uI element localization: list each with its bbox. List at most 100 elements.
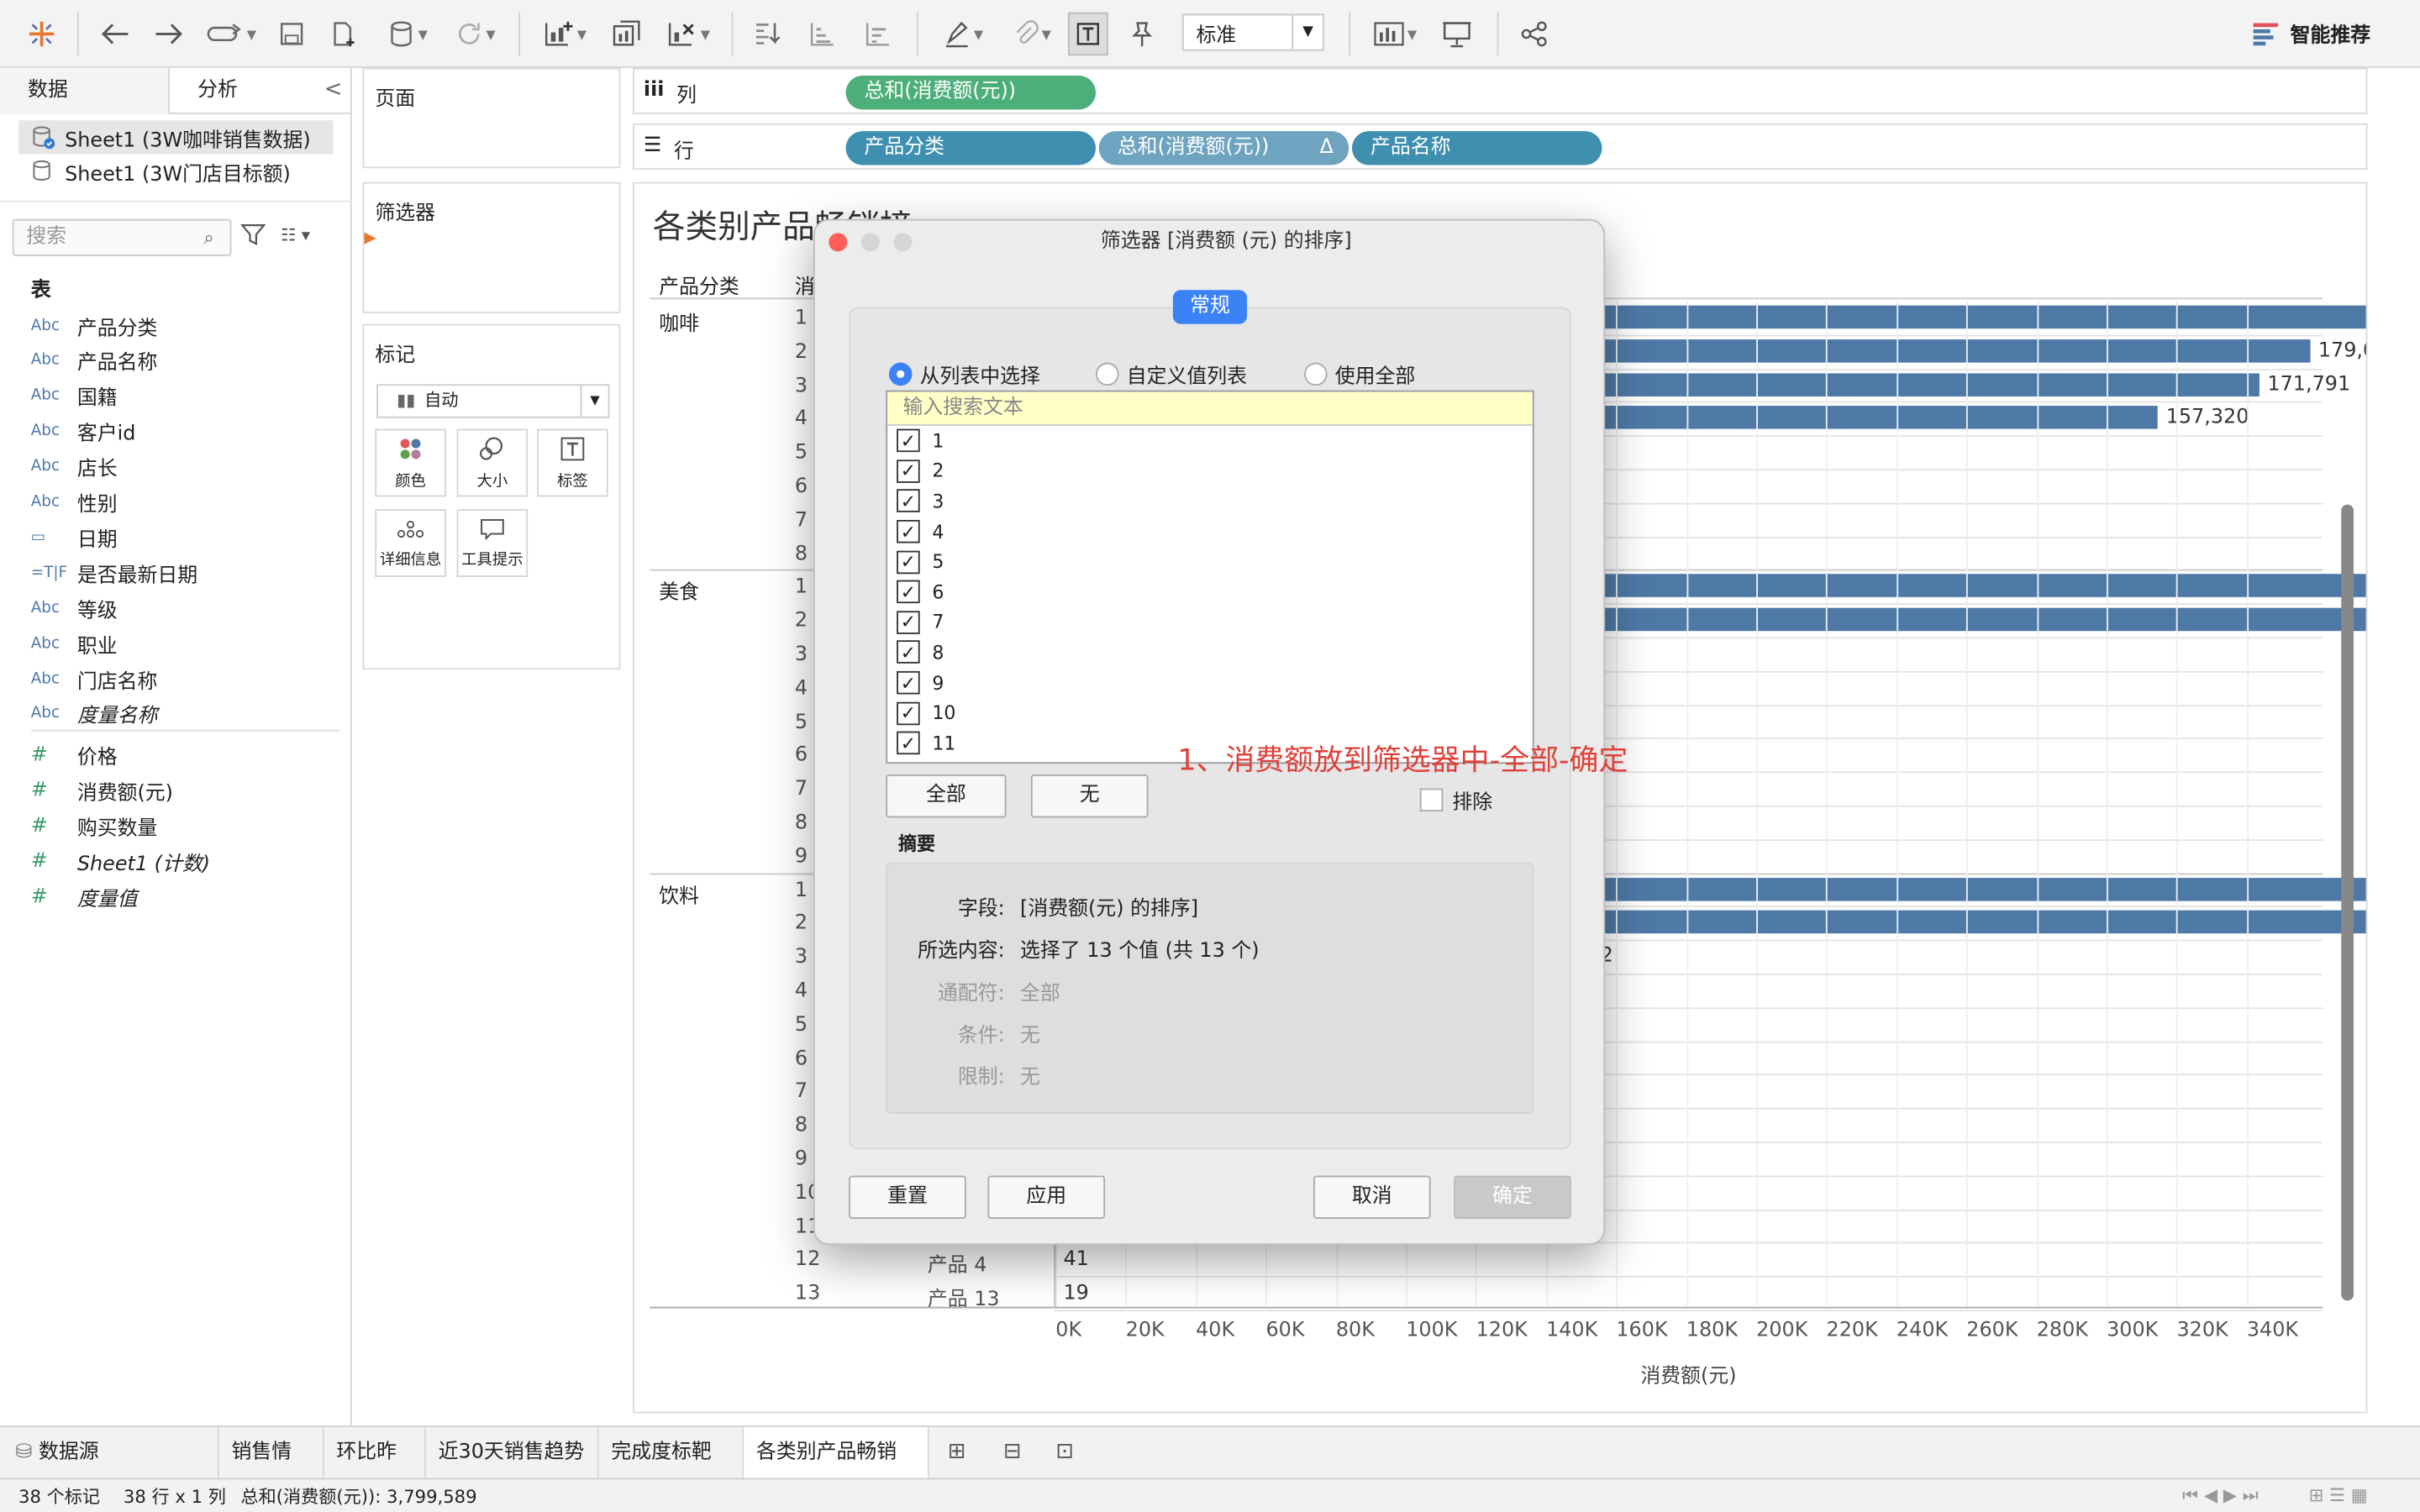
list-item[interactable]: ✓ 4 xyxy=(887,517,1533,547)
list-item[interactable]: ✓ 2 xyxy=(887,456,1533,486)
field-item[interactable]: Abc 产品名称 xyxy=(31,344,158,377)
pill-sum-sales-columns[interactable]: 总和(消费额(元)) xyxy=(845,75,1097,110)
undo-icon[interactable] xyxy=(96,13,136,55)
save-icon[interactable] xyxy=(275,13,308,55)
tooltip-button[interactable]: 工具提示 xyxy=(456,509,529,577)
clear-sheet-icon[interactable]: ▼ xyxy=(657,13,718,55)
field-item[interactable]: Abc 产品分类 xyxy=(31,308,158,342)
sheet-tab[interactable]: 完成度标靶图 xyxy=(599,1426,744,1512)
list-item[interactable]: ✓ 10 xyxy=(887,698,1533,728)
datasource-item[interactable]: Sheet1 (3W门店目标额) xyxy=(18,155,334,188)
tab-datasource[interactable]: ⛁ 数据源 xyxy=(0,1426,219,1480)
field-name: Sheet1 (计数) xyxy=(76,853,211,877)
cancel-button[interactable]: 取消 xyxy=(1313,1175,1431,1219)
tab-analysis[interactable]: 分析 xyxy=(170,68,339,114)
color-button[interactable]: 颜色 xyxy=(375,428,446,497)
presentation-icon[interactable] xyxy=(1439,13,1476,55)
field-item[interactable]: Abc 等级 xyxy=(31,591,118,625)
show-labels-icon[interactable] xyxy=(1067,12,1108,56)
select-none-button[interactable]: 无 xyxy=(1030,774,1149,818)
tab-general[interactable]: 常规 xyxy=(1172,290,1248,324)
highlight-icon[interactable]: ▼ xyxy=(932,13,993,55)
list-item[interactable]: ✓ 5 xyxy=(887,547,1533,577)
field-item[interactable]: Abc 店长 xyxy=(31,450,118,484)
field-item[interactable]: Abc 性别 xyxy=(31,486,118,519)
new-dashboard-icon[interactable]: ⊟ xyxy=(1003,1440,1022,1464)
category-label: 美食 xyxy=(659,582,700,606)
sheet-navigation-icon[interactable]: ⏮ ◀ ▶ ⏭ xyxy=(2182,1484,2259,1508)
group-members-icon[interactable]: ▼ xyxy=(1000,13,1061,55)
exclude-checkbox[interactable]: 排除 xyxy=(1419,785,1492,815)
show-me-icon[interactable]: ▼ xyxy=(1365,13,1426,55)
filter-icon[interactable] xyxy=(240,222,266,253)
sheet-tab[interactable]: 近30天销售趋势 xyxy=(426,1426,599,1480)
field-search-input[interactable]: 搜索 xyxy=(12,218,232,256)
field-item[interactable]: # 价格 xyxy=(31,738,118,772)
redo-icon[interactable] xyxy=(148,13,188,55)
database-icon[interactable]: ▼ xyxy=(376,13,438,55)
columns-shelf[interactable]: iii 列 总和(消费额(元)) xyxy=(633,67,2368,114)
checkbox-checked-icon: ✓ xyxy=(897,732,920,755)
field-item[interactable]: # Sheet1 (计数) xyxy=(31,845,210,879)
apply-button[interactable]: 应用 xyxy=(987,1175,1106,1219)
tableau-logo-icon[interactable] xyxy=(22,13,62,55)
list-search-input[interactable]: 输入搜索文本 xyxy=(887,391,1533,426)
new-story-icon[interactable]: ⊡ xyxy=(1055,1440,1074,1464)
field-item[interactable]: # 购买数量 xyxy=(31,810,158,843)
field-item[interactable]: ▭ 日期 xyxy=(31,521,118,554)
pin-icon[interactable] xyxy=(1123,13,1160,55)
field-item[interactable]: Abc 国籍 xyxy=(31,379,118,412)
duplicate-sheet-icon[interactable] xyxy=(608,13,645,55)
field-item[interactable]: =T|F 是否最新日期 xyxy=(31,556,197,590)
swap-axes-icon[interactable] xyxy=(747,13,787,55)
datasource-item[interactable]: Sheet1 (3W咖啡销售数据) xyxy=(18,120,334,155)
tab-data[interactable]: 数据 xyxy=(0,67,171,114)
view-list-icon[interactable]: ☷ ▾ xyxy=(281,225,310,245)
view-mode-icon[interactable]: ⊞ ☰ ▦ xyxy=(2309,1484,2368,1506)
ok-button[interactable]: 确定 xyxy=(1454,1175,1571,1219)
new-datasource-icon[interactable] xyxy=(327,13,360,55)
list-item[interactable]: ✓ 8 xyxy=(887,638,1533,668)
smart-recommend-button[interactable]: 智能推荐 xyxy=(2253,18,2370,48)
new-sheet-icon[interactable]: ▼ xyxy=(534,13,595,55)
field-item[interactable]: Abc 度量名称 xyxy=(31,697,158,731)
sheet-tab[interactable]: 环比昨日 xyxy=(324,1426,426,1512)
detail-button[interactable]: 详细信息 xyxy=(375,509,446,577)
field-item[interactable]: Abc 门店名称 xyxy=(31,662,158,696)
x-tick-label: 20K xyxy=(1125,1319,1165,1342)
pill-product-category[interactable]: 产品分类 xyxy=(845,131,1097,165)
list-item[interactable]: ✓ 9 xyxy=(887,668,1533,698)
sort-descending-icon[interactable] xyxy=(858,13,898,55)
share-icon[interactable] xyxy=(1516,13,1553,55)
list-item[interactable]: ✓ 1 xyxy=(887,426,1533,456)
replay-icon[interactable]: ▼ xyxy=(201,13,262,55)
pill-product-name[interactable]: 产品名称 xyxy=(1351,131,1602,165)
view-size-select[interactable]: 标准 ▼ xyxy=(1181,13,1324,51)
radio-select-from-list[interactable]: 从列表中选择 xyxy=(888,360,1040,389)
sheet-tab[interactable]: 各类别产品畅销榜 xyxy=(744,1426,929,1512)
field-item[interactable]: # 度量值 xyxy=(31,880,138,914)
sort-ascending-icon[interactable] xyxy=(802,13,843,55)
collapse-pane-icon[interactable]: < xyxy=(324,77,343,102)
list-item[interactable]: ✓ 3 xyxy=(887,486,1533,517)
radio-custom-list[interactable]: 自定义值列表 xyxy=(1096,360,1247,389)
field-item[interactable]: Abc 职业 xyxy=(31,627,118,660)
pill-sum-sales-rows[interactable]: 总和(消费额(元)) Δ xyxy=(1098,131,1349,165)
reset-button[interactable]: 重置 xyxy=(849,1175,966,1219)
mark-type-select[interactable]: ▮▮ 自动 ▼ xyxy=(376,384,610,418)
field-item[interactable]: # 消费额(元) xyxy=(31,774,173,807)
pages-card[interactable]: 页面 xyxy=(362,67,621,169)
label-button[interactable]: 标签 xyxy=(537,428,608,497)
rows-shelf[interactable]: ☰ 行 产品分类 总和(消费额(元)) Δ 产品名称 xyxy=(633,123,2368,171)
filters-card[interactable]: 筛选器 ▶ xyxy=(362,181,621,313)
size-button[interactable]: 大小 xyxy=(456,428,529,497)
list-item[interactable]: ✓ 6 xyxy=(887,577,1533,607)
select-all-button[interactable]: 全部 xyxy=(886,774,1007,818)
vertical-scrollbar[interactable] xyxy=(2341,504,2354,1301)
sheet-tab[interactable]: 销售情况 xyxy=(219,1426,324,1512)
radio-use-all[interactable]: 使用全部 xyxy=(1304,360,1415,389)
new-worksheet-icon[interactable]: ⊞ xyxy=(948,1440,966,1464)
field-item[interactable]: Abc 客户id xyxy=(31,414,136,448)
refresh-icon[interactable]: ▼ xyxy=(445,13,506,55)
list-item[interactable]: ✓ 7 xyxy=(887,607,1533,638)
